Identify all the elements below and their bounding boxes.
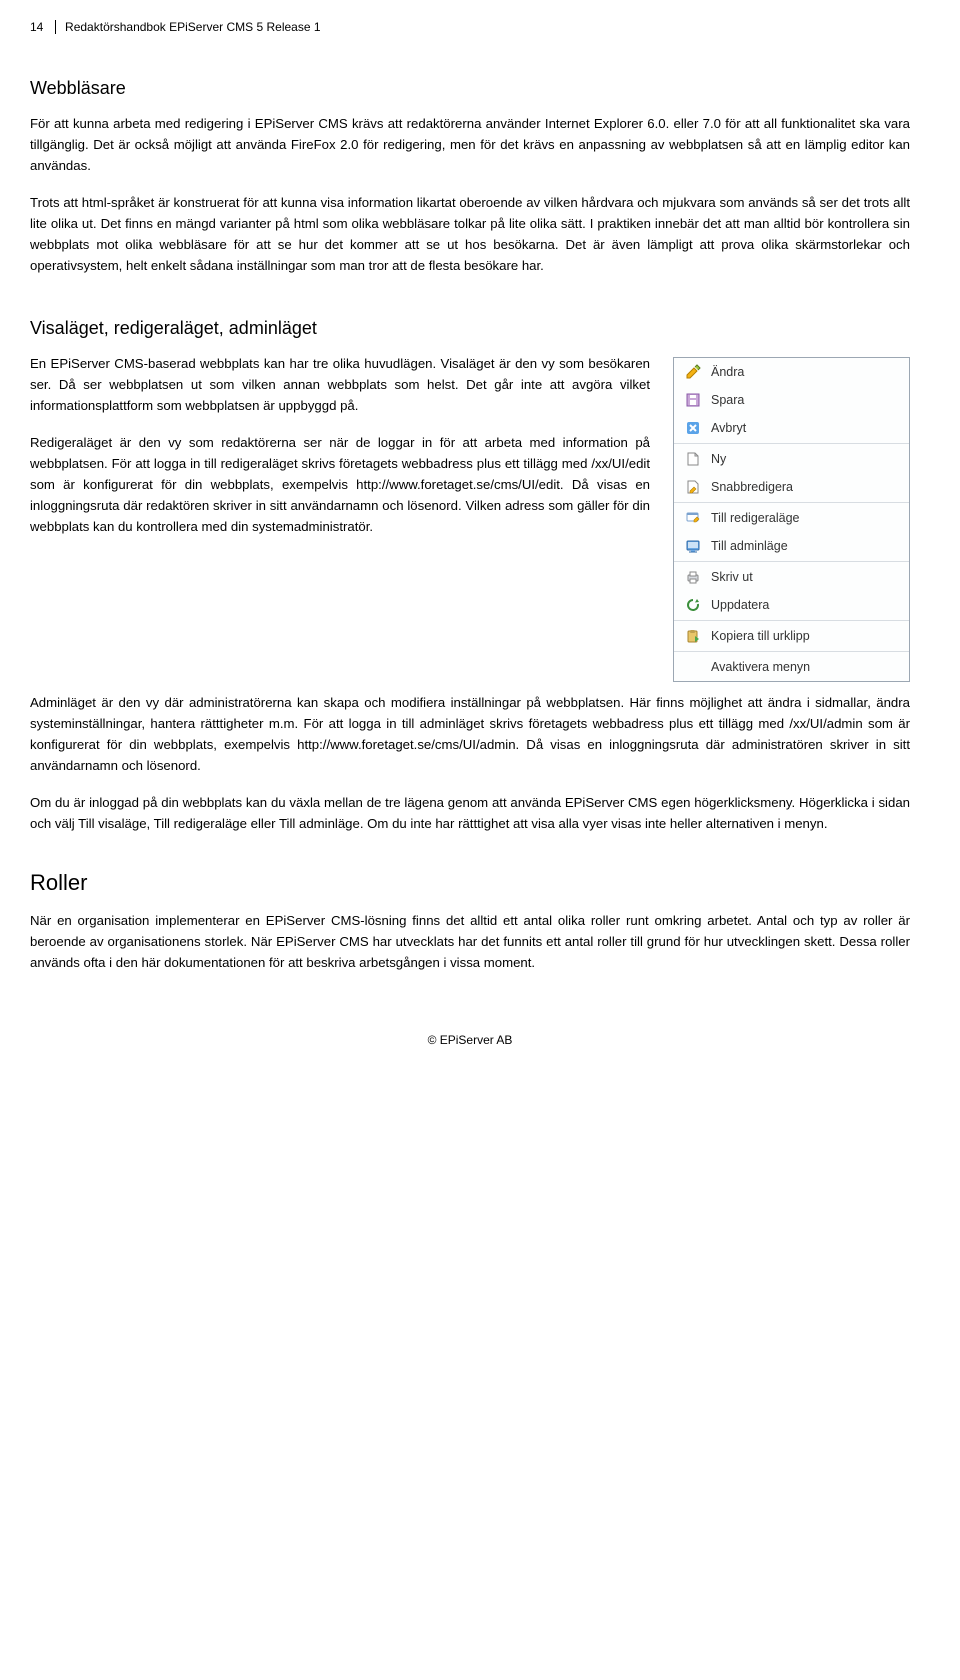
menu-label: Snabbredigera (711, 480, 901, 494)
menu-item-spara[interactable]: Spara (674, 386, 909, 414)
section-visalaget-p1: En EPiServer CMS-baserad webbplats kan h… (30, 353, 650, 416)
section-webblasare-p2: Trots att html-språket är konstruerat fö… (30, 192, 910, 276)
save-icon (684, 392, 702, 408)
menu-item-andra[interactable]: Ändra (674, 358, 909, 386)
page-number: 14 (30, 20, 43, 34)
menu-separator (674, 620, 909, 621)
copy-clipboard-icon (684, 628, 702, 644)
header-divider (55, 20, 56, 34)
section-webblasare-title: Webbläsare (30, 78, 910, 99)
menu-item-avbryt[interactable]: Avbryt (674, 414, 909, 442)
menu-label: Till adminläge (711, 539, 901, 553)
menu-item-kopiera-urklipp[interactable]: Kopiera till urklipp (674, 622, 909, 650)
to-admin-mode-icon (684, 538, 702, 554)
refresh-icon (684, 597, 702, 613)
pencil-icon (684, 364, 702, 380)
menu-label: Ny (711, 452, 901, 466)
print-icon (684, 569, 702, 585)
menu-item-avaktivera-menyn[interactable]: Avaktivera menyn (674, 653, 909, 681)
menu-item-snabbredigera[interactable]: Snabbredigera (674, 473, 909, 501)
to-edit-mode-icon (684, 510, 702, 526)
section-visalaget-p4: Om du är inloggad på din webbplats kan d… (30, 792, 910, 834)
new-page-icon (684, 451, 702, 467)
page-header: 14 Redaktörshandbok EPiServer CMS 5 Rele… (30, 20, 910, 36)
menu-label: Skriv ut (711, 570, 901, 584)
doc-title: Redaktörshandbok EPiServer CMS 5 Release… (65, 20, 320, 34)
menu-item-till-redigeralage[interactable]: Till redigeraläge (674, 504, 909, 532)
menu-label: Ändra (711, 365, 901, 379)
menu-item-uppdatera[interactable]: Uppdatera (674, 591, 909, 619)
cancel-icon (684, 420, 702, 436)
menu-label: Kopiera till urklipp (711, 629, 901, 643)
quick-edit-icon (684, 479, 702, 495)
menu-separator (674, 502, 909, 503)
menu-label: Uppdatera (711, 598, 901, 612)
menu-item-skriv-ut[interactable]: Skriv ut (674, 563, 909, 591)
context-menu[interactable]: Ändra Spara Avbryt Ny (673, 357, 910, 682)
menu-label: Till redigeraläge (711, 511, 901, 525)
footer-copyright: © EPiServer AB (30, 1033, 910, 1047)
section-visalaget-title: Visaläget, redigeraläget, adminläget (30, 318, 910, 339)
section-webblasare-p1: För att kunna arbeta med redigering i EP… (30, 113, 910, 176)
section-roller-title: Roller (30, 870, 910, 896)
menu-item-ny[interactable]: Ny (674, 445, 909, 473)
section-visalaget-p3: Adminläget är den vy där administratörer… (30, 692, 910, 776)
menu-label: Avaktivera menyn (711, 660, 901, 674)
menu-item-till-adminlage[interactable]: Till adminläge (674, 532, 909, 560)
menu-separator (674, 443, 909, 444)
menu-separator (674, 561, 909, 562)
blank-icon (684, 659, 702, 675)
menu-label: Avbryt (711, 421, 901, 435)
section-roller-p1: När en organisation implementerar en EPi… (30, 910, 910, 973)
section-visalaget-p2: Redigeraläget är den vy som redaktörerna… (30, 432, 650, 537)
menu-label: Spara (711, 393, 901, 407)
menu-separator (674, 651, 909, 652)
